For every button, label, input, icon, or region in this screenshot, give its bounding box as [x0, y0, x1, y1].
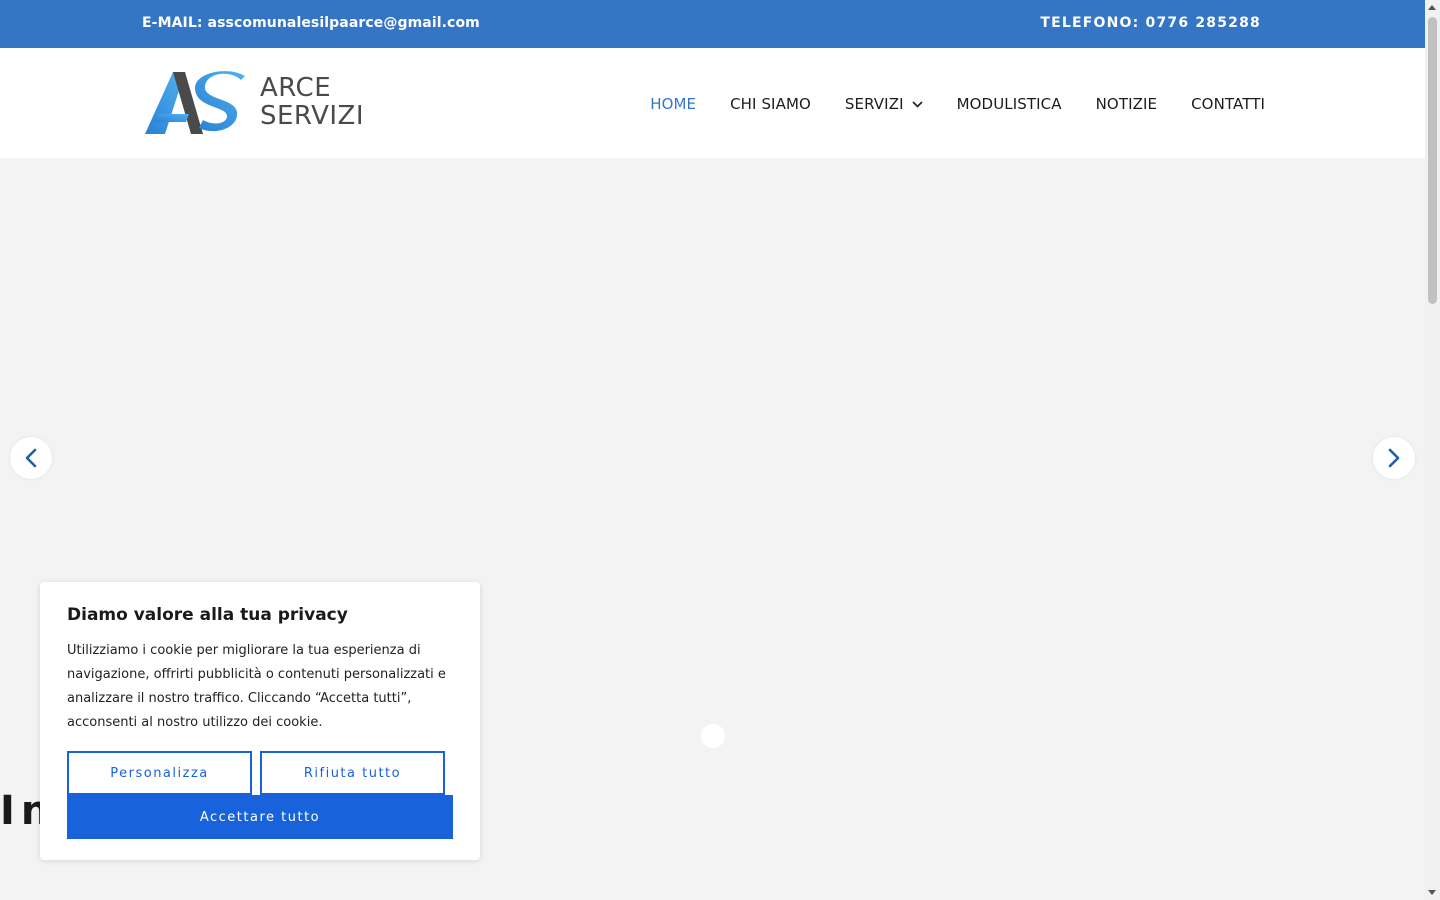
- accept-all-button[interactable]: Accettare tutto: [67, 795, 453, 839]
- reject-all-button[interactable]: Rifiuta tutto: [260, 751, 445, 795]
- contact-phone[interactable]: TELEFONO: 0776 285288: [1040, 15, 1261, 31]
- site-logo[interactable]: ARCE SERVIZI: [143, 70, 373, 136]
- chevron-left-icon: [25, 448, 37, 468]
- scroll-down-arrow-icon[interactable]: [1428, 890, 1436, 895]
- nav-item-label: NOTIZIE: [1095, 95, 1158, 113]
- main-nav: HOME CHI SIAMO SERVIZI MODULISTICA NOTIZ…: [616, 95, 1265, 113]
- nav-item-home[interactable]: HOME: [650, 95, 696, 113]
- chevron-right-icon: [1388, 448, 1400, 468]
- nav-item-modulistica[interactable]: MODULISTICA: [957, 95, 1062, 113]
- logo-line-1: ARCE: [260, 73, 332, 103]
- nav-item-label: CHI SIAMO: [730, 95, 811, 113]
- nav-item-notizie[interactable]: NOTIZIE: [1096, 95, 1158, 113]
- as-monogram-icon: [145, 71, 245, 134]
- nav-item-label: MODULISTICA: [956, 95, 1062, 113]
- cookie-title: Diamo valore alla tua privacy: [67, 605, 348, 625]
- top-contact-bar: E-MAIL: asscomunalesilpaarce@gmail.com T…: [0, 0, 1425, 48]
- cookie-consent-banner: Diamo valore alla tua privacy Utilizziam…: [40, 582, 480, 860]
- scrollbar-thumb[interactable]: [1428, 17, 1437, 304]
- logo-line-2: SERVIZI: [260, 101, 365, 131]
- nav-item-label: CONTATTI: [1191, 95, 1265, 113]
- slider-prev-button[interactable]: [10, 437, 52, 479]
- slider-next-button[interactable]: [1373, 437, 1415, 479]
- chevron-down-icon: [912, 100, 923, 108]
- contact-email[interactable]: E-MAIL: asscomunalesilpaarce@gmail.com: [142, 15, 480, 31]
- logo-wordmark: ARCE SERVIZI: [260, 74, 364, 130]
- customize-button[interactable]: Personalizza: [67, 751, 252, 795]
- vertical-scrollbar[interactable]: [1425, 0, 1440, 900]
- slider-pagination-dot[interactable]: [701, 724, 725, 748]
- cookie-description: Utilizziamo i cookie per migliorare la t…: [67, 643, 446, 730]
- nav-item-contatti[interactable]: CONTATTI: [1191, 95, 1265, 113]
- site-header: ARCE SERVIZI HOME CHI SIAMO SERVIZI MODU…: [0, 48, 1425, 158]
- nav-item-chi-siamo[interactable]: CHI SIAMO: [730, 95, 811, 113]
- nav-item-servizi[interactable]: SERVIZI: [845, 95, 923, 113]
- nav-item-label: SERVIZI: [844, 95, 904, 113]
- scroll-up-arrow-icon[interactable]: [1428, 5, 1436, 10]
- nav-item-label: HOME: [650, 95, 697, 113]
